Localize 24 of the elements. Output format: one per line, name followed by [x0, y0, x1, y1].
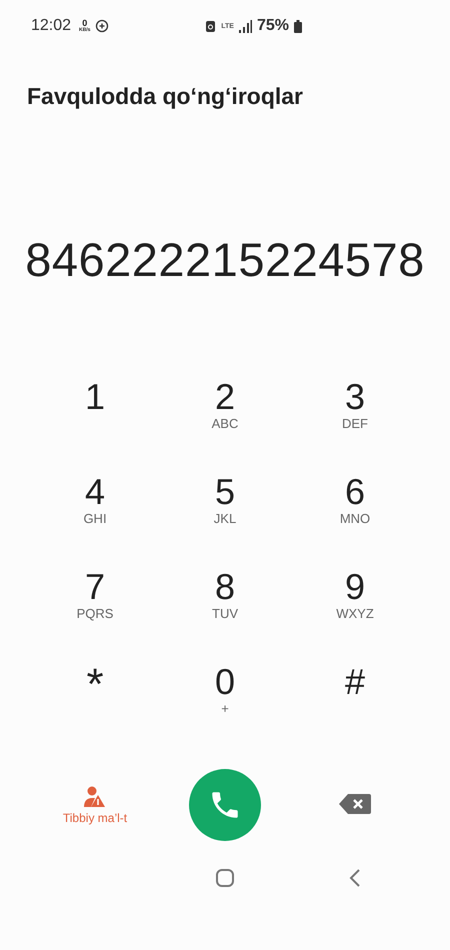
- dial-key[interactable]: 1: [30, 377, 160, 472]
- page-title: Favqulodda qo‘ng‘iroqlar: [27, 83, 304, 110]
- status-time: 12:02: [31, 17, 72, 35]
- dial-key[interactable]: 2 ABC: [160, 377, 290, 472]
- dial-key[interactable]: *: [30, 662, 160, 757]
- home-icon[interactable]: [215, 868, 235, 888]
- signal-icon: [238, 20, 252, 32]
- dial-key[interactable]: 4 GHI: [30, 472, 160, 567]
- backspace-button[interactable]: [339, 794, 371, 816]
- dial-key[interactable]: #: [290, 662, 420, 757]
- person-info-icon: [82, 786, 107, 808]
- speed-value: 0: [82, 19, 88, 28]
- dial-key[interactable]: 9 WXYZ: [290, 567, 420, 662]
- battery-percent: 75%: [256, 17, 289, 35]
- dial-key[interactable]: 6 MNO: [290, 472, 420, 567]
- dial-key[interactable]: 5 JKL: [160, 472, 290, 567]
- battery-icon: [294, 20, 302, 32]
- backspace-icon: [339, 794, 371, 814]
- dial-key[interactable]: 0 +: [160, 662, 290, 757]
- dialed-number: 846222215224578: [24, 232, 426, 287]
- dial-key[interactable]: 8 TUV: [160, 567, 290, 662]
- dial-key[interactable]: 3 DEF: [290, 377, 420, 472]
- back-icon[interactable]: [348, 868, 362, 888]
- dial-key[interactable]: 7 PQRS: [30, 567, 160, 662]
